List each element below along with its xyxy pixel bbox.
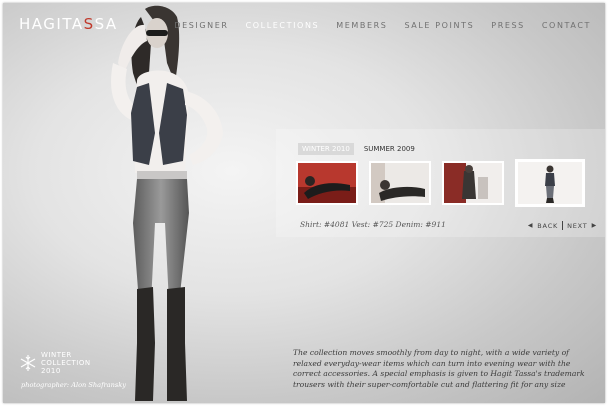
logo-accent: S [83, 15, 95, 33]
thumbnail-1-image [298, 163, 356, 203]
tab-summer-2009[interactable]: SUMMER 2009 [360, 143, 419, 155]
thumbnail-2-image [371, 163, 429, 203]
main-nav: DESIGNER COLLECTIONS MEMBERS SALE POINTS… [174, 21, 591, 30]
nav-designer[interactable]: DESIGNER [174, 21, 228, 30]
nav-sale-points[interactable]: SALE POINTS [404, 21, 474, 30]
season-line-2: COLLECTION [41, 359, 91, 367]
nav-contact[interactable]: CONTACT [542, 21, 591, 30]
logo-prefix: HAGITA [19, 15, 84, 33]
page-frame: HAGITASSA DESIGNER COLLECTIONS MEMBERS S… [3, 3, 605, 403]
next-button[interactable]: NEXT [567, 222, 587, 230]
model-photo [111, 5, 223, 401]
thumbnail-2[interactable] [369, 161, 431, 205]
photographer-credit: photographer: Alon Shafransky [21, 381, 126, 389]
thumbnail-4[interactable] [515, 159, 585, 207]
season-line-3: 2010 [41, 367, 61, 375]
back-arrow-icon[interactable]: ◀ [528, 222, 533, 229]
next-arrow-icon[interactable]: ▶ [592, 222, 597, 229]
logo-suffix: SA [94, 15, 118, 33]
thumbnail-3-image [444, 163, 502, 203]
season-label: WINTER COLLECTION 2010 [41, 351, 91, 375]
thumbnail-1[interactable] [296, 161, 358, 205]
nav-press[interactable]: PRESS [491, 21, 525, 30]
thumbnail-3[interactable] [442, 161, 504, 205]
back-button[interactable]: BACK [537, 222, 558, 230]
snowflake-icon [20, 355, 36, 371]
collection-description: The collection moves smoothly from day t… [293, 348, 585, 389]
gallery-pager: ◀ BACK NEXT ▶ [528, 221, 597, 230]
season-badge: WINTER COLLECTION 2010 [19, 351, 91, 375]
thumbnail-4-image [518, 162, 582, 204]
nav-members[interactable]: MEMBERS [336, 21, 387, 30]
thumbnail-strip [296, 159, 585, 207]
outfit-credits: Shirt: #4081 Vest: #725 Denim: #911 [300, 220, 446, 229]
season-tabs: WINTER 2010 SUMMER 2009 [298, 143, 419, 155]
brand-logo[interactable]: HAGITASSA [19, 15, 118, 33]
tab-winter-2010[interactable]: WINTER 2010 [298, 143, 354, 155]
pager-divider [562, 221, 564, 230]
nav-collections[interactable]: COLLECTIONS [246, 21, 320, 30]
season-line-1: WINTER [41, 351, 72, 359]
